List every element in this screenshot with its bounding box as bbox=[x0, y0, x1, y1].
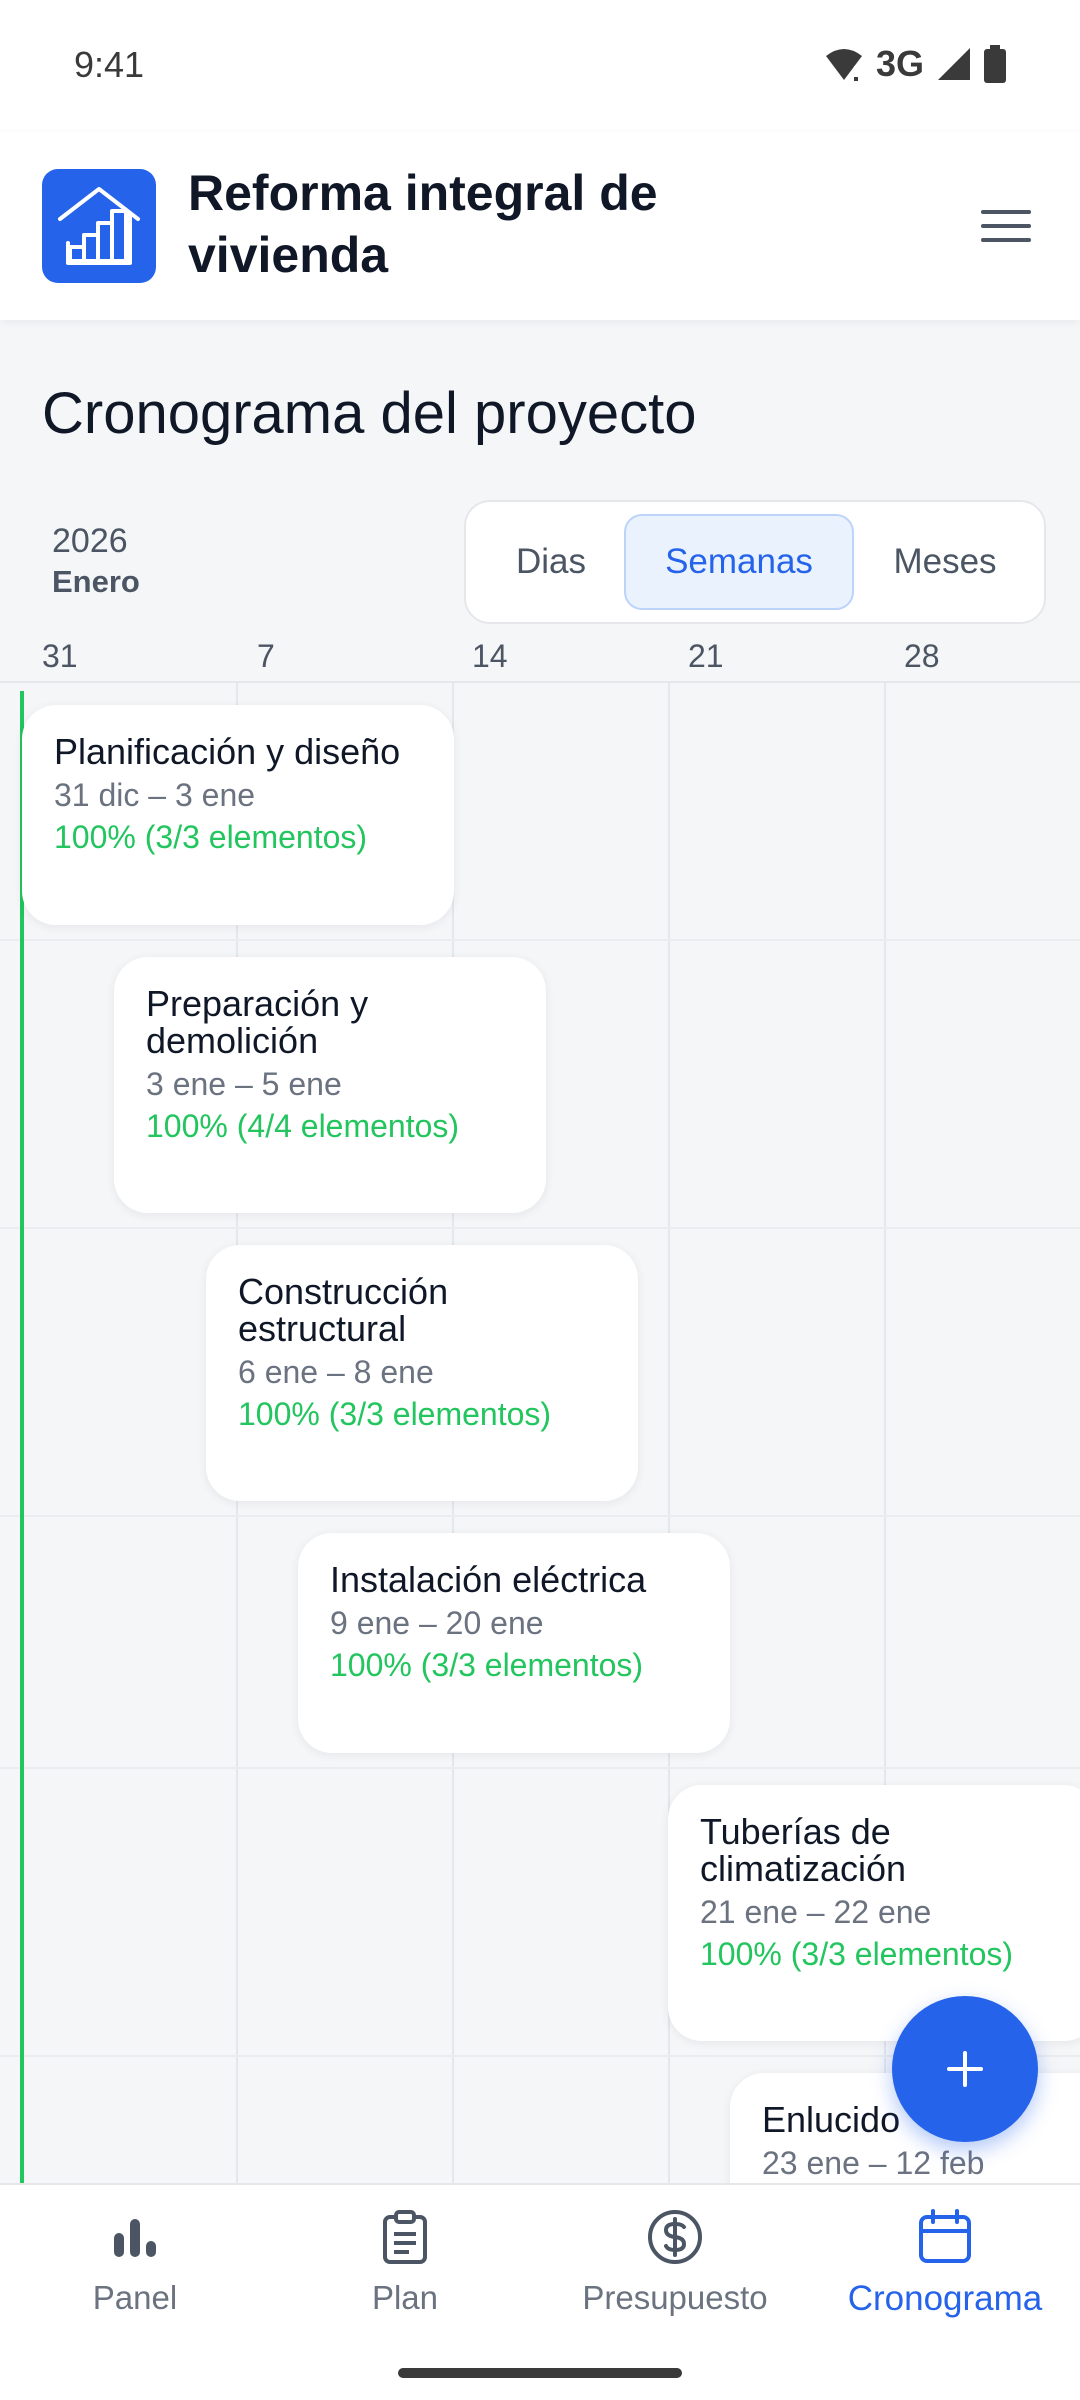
task-dates: 9 ene – 20 ene bbox=[330, 1605, 544, 1641]
nav-label: Plan bbox=[371, 2279, 439, 2316]
task-dates: 3 ene – 5 ene bbox=[146, 1066, 342, 1102]
hamburger-menu-icon bbox=[981, 210, 1031, 242]
week-label: 21 bbox=[688, 638, 724, 674]
nav-label: Panel bbox=[92, 2279, 178, 2316]
timeline-grid[interactable]: Planificación y diseño 31 dic – 3 ene 10… bbox=[0, 683, 1080, 2183]
task-dates: 31 dic – 3 ene bbox=[54, 777, 256, 813]
view-months-button[interactable]: Meses bbox=[854, 514, 1036, 610]
task-name: Preparación y demolición bbox=[146, 983, 369, 1061]
home-indicator bbox=[398, 2368, 682, 2378]
week-label: 7 bbox=[257, 638, 275, 674]
nav-panel[interactable]: Panel bbox=[0, 2207, 270, 2337]
task-name: Construcción estructural bbox=[238, 1271, 449, 1349]
week-label: 14 bbox=[472, 638, 508, 674]
calendar-icon bbox=[915, 2207, 975, 2267]
battery-icon bbox=[984, 45, 1006, 83]
nav-presupuesto[interactable]: Presupuesto bbox=[540, 2207, 810, 2337]
today-marker bbox=[20, 691, 24, 2183]
bar-chart-icon bbox=[105, 2207, 165, 2267]
row-divider bbox=[0, 1767, 1080, 1769]
view-mode-selector: Dias Semanas Meses bbox=[464, 500, 1046, 624]
nav-label: Cronograma bbox=[847, 2279, 1043, 2318]
app-title: Reforma integral de vivienda bbox=[188, 165, 658, 283]
network-type: 3G bbox=[875, 43, 924, 84]
app-header: Reforma integral de vivienda bbox=[0, 132, 1080, 320]
menu-button[interactable] bbox=[976, 196, 1036, 256]
wifi-icon bbox=[825, 49, 862, 81]
task-card[interactable]: Planificación y diseño 31 dic – 3 ene 10… bbox=[22, 705, 454, 925]
timeline-month: Enero bbox=[52, 564, 140, 599]
row-divider bbox=[0, 1227, 1080, 1229]
task-name: Tuberías de climatización bbox=[700, 1811, 907, 1889]
task-name: Planificación y diseño bbox=[54, 731, 401, 772]
task-name: Instalación eléctrica bbox=[330, 1559, 647, 1600]
timeline-year: 2026 bbox=[52, 522, 128, 560]
task-progress: 100% (3/3 elementos) bbox=[54, 819, 368, 855]
task-card[interactable]: Preparación y demolición 3 ene – 5 ene 1… bbox=[114, 957, 546, 1213]
row-divider bbox=[0, 1515, 1080, 1517]
status-bar: 9:41 3G bbox=[0, 0, 1080, 132]
task-progress: 100% (3/3 elementos) bbox=[330, 1647, 644, 1683]
task-dates: 6 ene – 8 ene bbox=[238, 1354, 434, 1390]
nav-label: Presupuesto bbox=[582, 2279, 768, 2316]
plus-icon bbox=[947, 2051, 983, 2087]
page-title: Cronograma del proyecto bbox=[42, 381, 697, 446]
add-task-button[interactable] bbox=[892, 1996, 1038, 2142]
clipboard-icon bbox=[375, 2207, 435, 2267]
task-progress: 100% (3/3 elementos) bbox=[238, 1396, 552, 1432]
view-days-button[interactable]: Dias bbox=[478, 514, 624, 610]
task-card[interactable]: Instalación eléctrica 9 ene – 20 ene 100… bbox=[298, 1533, 730, 1753]
view-weeks-button[interactable]: Semanas bbox=[624, 514, 854, 610]
status-time: 9:41 bbox=[74, 44, 145, 85]
week-label: 31 bbox=[42, 638, 78, 674]
task-card[interactable]: Construcción estructural 6 ene – 8 ene 1… bbox=[206, 1245, 638, 1501]
week-label: 28 bbox=[904, 638, 940, 674]
row-divider bbox=[0, 939, 1080, 941]
task-dates: 23 ene – 12 feb bbox=[762, 2145, 985, 2181]
task-progress: 100% (3/3 elementos) bbox=[700, 1936, 1014, 1972]
house-chart-icon bbox=[42, 169, 156, 283]
nav-plan[interactable]: Plan bbox=[270, 2207, 540, 2337]
dollar-circle-icon bbox=[645, 2207, 705, 2267]
signal-icon bbox=[938, 48, 970, 80]
task-dates: 21 ene – 22 ene bbox=[700, 1894, 932, 1930]
task-progress: 100% (4/4 elementos) bbox=[146, 1108, 460, 1144]
nav-cronograma[interactable]: Cronograma bbox=[810, 2207, 1080, 2337]
task-card[interactable]: Tuberías de climatización 21 ene – 22 en… bbox=[668, 1785, 1080, 2041]
status-icons: 3G bbox=[824, 42, 1006, 86]
